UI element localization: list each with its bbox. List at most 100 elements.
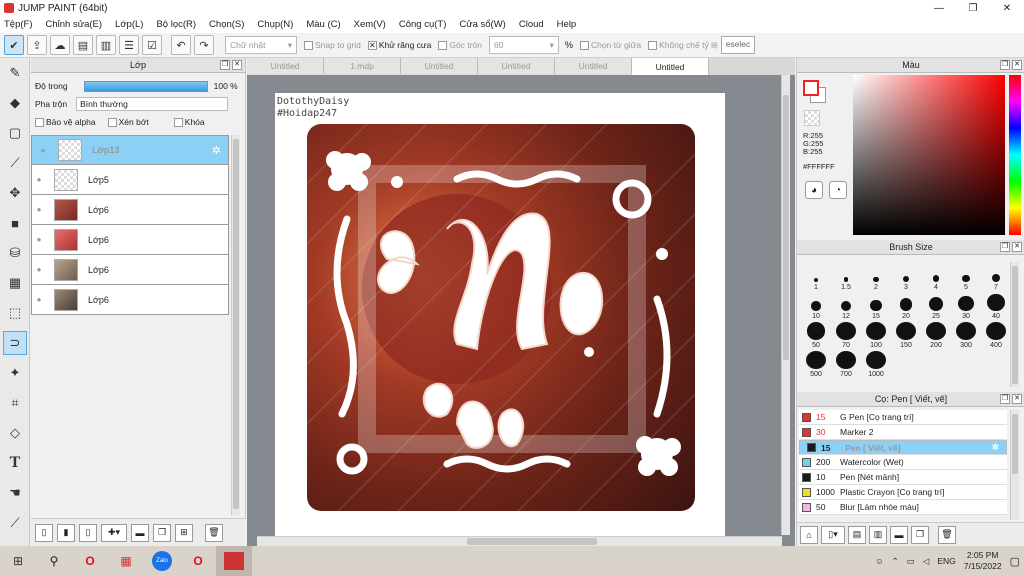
menu-tools[interactable]: Công cụ(T) (399, 19, 447, 30)
windows-start-icon[interactable]: ⊞ (0, 546, 36, 576)
zalo-icon[interactable]: Zalo (144, 546, 180, 576)
gradient-tool-icon[interactable]: ▦ (3, 271, 27, 295)
redo-icon[interactable]: ↷ (194, 35, 214, 55)
brush-size-cell[interactable]: 1.5 (831, 264, 861, 291)
duplicate-brush-icon[interactable]: ▤ (848, 525, 866, 544)
opera-gx-icon[interactable]: O (180, 546, 216, 576)
brush-list-item[interactable]: 200 Watercolor (Wet) (799, 455, 1007, 470)
brush-size-cell[interactable]: 20 (891, 293, 921, 320)
add-layer-menu-icon[interactable]: ✚▾ (101, 523, 127, 542)
fill-rect-icon[interactable]: ■ (3, 211, 27, 235)
select-tool-icon[interactable]: ⬚ (3, 301, 27, 325)
brush-size-cell[interactable]: 3 (891, 264, 921, 291)
app-icon[interactable]: ▦ (108, 546, 144, 576)
hue-slider[interactable] (1009, 75, 1021, 235)
brush-size-cell[interactable]: 2 (861, 264, 891, 291)
brush-size-cell[interactable]: 4 (921, 264, 951, 291)
share-icon[interactable]: ⇪ (27, 35, 47, 55)
brush-size-cell[interactable]: 150 (891, 322, 921, 349)
lock-checkbox[interactable]: Khóa (173, 117, 205, 127)
palette-settings-icon[interactable]: ◔ (829, 181, 847, 199)
menu-layer[interactable]: Lớp(L) (115, 19, 143, 30)
tab-document[interactable]: Untitled (247, 58, 324, 74)
layers-scrollbar[interactable] (231, 135, 240, 515)
menu-file[interactable]: Tệp(F) (4, 19, 33, 30)
brush-size-cell[interactable]: 7 (981, 264, 1011, 291)
menu-color[interactable]: Màu (C) (306, 19, 340, 30)
close-icon[interactable]: ✕ (1012, 394, 1022, 404)
close-button[interactable]: ✕ (990, 0, 1024, 16)
note-icon[interactable]: ▤ (73, 35, 93, 55)
new-1bit-layer-icon[interactable]: ▯ (79, 523, 97, 542)
snap-grid-checkbox[interactable]: Snap to grid (304, 40, 361, 50)
volume-icon[interactable]: ◁ (923, 556, 930, 567)
canvas-hscroll[interactable] (257, 536, 782, 546)
merge-layer-icon[interactable]: ⊞ (175, 523, 193, 542)
folder-icon[interactable]: ▬ (131, 523, 149, 542)
brush-list-item[interactable]: 15 Pen [ Viết, vẽ] ✲ (799, 440, 1007, 455)
chevron-up-icon[interactable]: ⌃ (892, 556, 899, 567)
brush-list-item[interactable]: 15 G Pen [Cọ trang trí] (799, 410, 1007, 425)
constrain-ratio-checkbox[interactable]: Không chế tỷ lệ (648, 40, 718, 50)
brush-size-cell[interactable]: 25 (921, 293, 951, 320)
brush-scrollbar[interactable] (1010, 262, 1019, 387)
brush-size-cell[interactable]: 200 (921, 322, 951, 349)
menu-window[interactable]: Cửa sổ(W) (459, 19, 505, 30)
network-icon[interactable]: ▭ (907, 556, 915, 567)
menu-cloud[interactable]: Cloud (519, 19, 544, 30)
move-tool-icon[interactable]: ✥ (3, 181, 27, 205)
scrollbar-thumb[interactable] (783, 95, 789, 360)
scrollbar-thumb[interactable] (467, 538, 597, 545)
pen-tool-icon[interactable]: ✎ (3, 61, 27, 85)
comment-icon[interactable]: ☁ (50, 35, 70, 55)
select-eraser-icon[interactable]: ◇ (3, 421, 27, 445)
page-icon[interactable]: ▥ (96, 35, 116, 55)
hand-tool-icon[interactable]: ☚ (3, 481, 27, 505)
brush-size-cell[interactable]: 700 (831, 351, 861, 378)
menu-edit[interactable]: Chỉnh sửa(E) (46, 19, 103, 30)
canvas-area[interactable]: Untitled 1.mdp Untitled Untitled Untitle… (247, 58, 795, 546)
layer-row[interactable]: ● Lớp5 (31, 165, 229, 195)
antialias-checkbox[interactable]: ✕ Khử răng cưa (367, 40, 431, 50)
brush-size-cell[interactable]: 400 (981, 322, 1011, 349)
magic-wand-icon[interactable]: ✦ (3, 361, 27, 385)
brush-size-cell[interactable]: 30 (951, 293, 981, 320)
duplicate-layer-icon[interactable]: ❐ (153, 523, 171, 542)
brush-icon[interactable]: ⌂ (800, 525, 818, 544)
close-icon[interactable]: ✕ (232, 60, 242, 70)
brush-size-cell[interactable]: 10 (801, 293, 831, 320)
close-icon[interactable]: ✕ (1012, 60, 1022, 70)
jump-paint-taskbar-icon[interactable] (216, 546, 252, 576)
trash-icon[interactable]: 🗑 (938, 525, 956, 544)
brush-list-item[interactable]: 10 Pen [Nét mảnh] (799, 470, 1007, 485)
menu-select[interactable]: Chọn(S) (209, 19, 244, 30)
bucket-tool-icon[interactable]: ⛁ (3, 241, 27, 265)
canvas-vscroll[interactable] (781, 75, 790, 535)
round-value-input[interactable]: 60 ▾ (488, 36, 559, 54)
checklist-icon[interactable]: ☑ (142, 35, 162, 55)
clock[interactable]: 2:05 PM 7/15/2022 (964, 550, 1002, 572)
brush-list-item[interactable]: 1000 Plastic Crayon [Cọ trang trí] (799, 485, 1007, 500)
foreground-color-swatch[interactable] (803, 80, 819, 96)
visibility-icon[interactable]: ● (32, 295, 46, 304)
palette-icon[interactable]: ◕ (805, 181, 823, 199)
gear-icon[interactable]: ✲ (992, 442, 999, 453)
new-layer-icon[interactable]: ▯ (35, 523, 53, 542)
visibility-icon[interactable]: ● (32, 235, 46, 244)
blend-select[interactable]: Bình thường (76, 97, 229, 111)
transparent-swatch[interactable] (804, 110, 820, 126)
brush-settings-icon[interactable]: ▥ (869, 525, 887, 544)
saturation-value-picker[interactable] (853, 75, 1005, 235)
shape-select[interactable]: Chữ nhật ▾ (225, 36, 297, 54)
brush-list-scrollbar[interactable] (1010, 410, 1019, 520)
search-icon[interactable]: ⚲ (36, 546, 72, 576)
copy-icon[interactable]: ❐ (911, 525, 929, 544)
text-tool-icon[interactable]: T (3, 451, 27, 475)
rectangle-select-icon[interactable]: ▢ (3, 121, 27, 145)
restore-button[interactable]: ❐ (956, 0, 990, 16)
brush-size-cell[interactable]: 70 (831, 322, 861, 349)
float-icon[interactable]: ❐ (1000, 242, 1010, 252)
brush-size-cell[interactable]: 1000 (861, 351, 891, 378)
brush-size-cell[interactable]: 500 (801, 351, 831, 378)
brush-size-cell[interactable]: 1 (801, 264, 831, 291)
